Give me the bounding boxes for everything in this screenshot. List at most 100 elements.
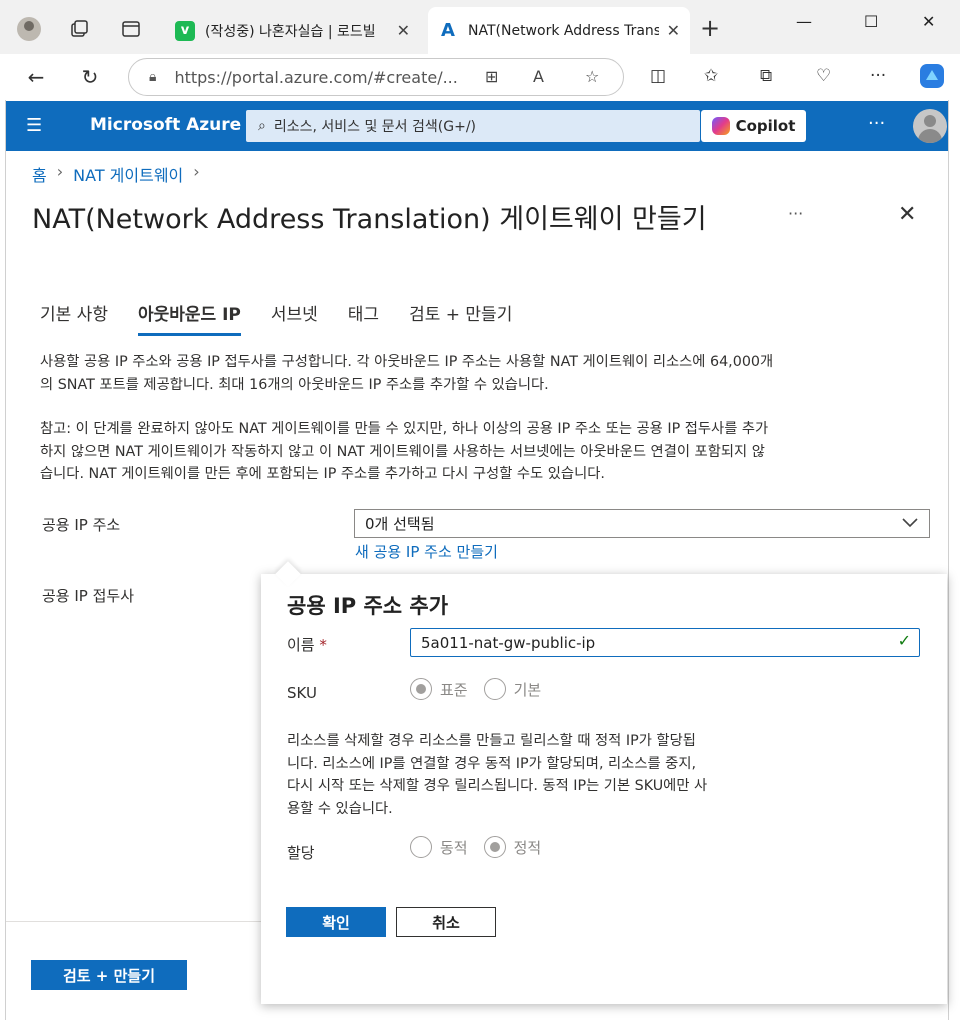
tab-tags[interactable]: 태그 — [348, 300, 379, 336]
public-prefix-label: 공용 IP 접두사 — [42, 587, 135, 605]
create-public-ip-link[interactable]: 새 공용 IP 주소 만들기 — [355, 541, 498, 562]
back-icon[interactable]: ← — [20, 62, 52, 92]
copilot-button[interactable]: Copilot — [701, 110, 806, 142]
close-tab-icon[interactable]: ✕ — [667, 21, 680, 40]
name-field-value: 5a011-nat-gw-public-ip — [421, 633, 596, 652]
public-ip-select-value: 0개 선택됨 — [365, 515, 435, 533]
minimize-icon[interactable]: — — [796, 12, 812, 31]
browser-tab-bar: v (작성중) 나혼자실습 | 로드빌 ✕ A NAT(Network Addr… — [0, 0, 960, 54]
sku-option-basic[interactable]: 기본 — [483, 678, 542, 700]
assignment-radio-group: 동적 정적 — [410, 836, 557, 858]
browser-tab[interactable]: v (작성중) 나혼자실습 | 로드빌 ✕ — [165, 7, 420, 54]
cancel-button[interactable]: 취소 — [396, 907, 496, 937]
description-line: 리소스를 삭제할 경우 리소스를 만들고 릴리스할 때 정적 IP가 할당됩 — [287, 733, 696, 749]
radio-selected-icon — [410, 678, 432, 700]
description-line: 용할 수 있습니다. — [287, 800, 393, 817]
search-placeholder: 리소스, 서비스 및 문서 검색(G+/) — [273, 119, 476, 135]
checkmark-icon: ✓ — [897, 631, 911, 650]
chevron-right-icon: › — [56, 162, 64, 181]
copilot-label: Copilot — [735, 117, 796, 135]
page-title: NAT(Network Address Translation) 게이트웨이 만… — [32, 204, 707, 235]
dialog-title: 공용 IP 주소 추가 — [287, 594, 449, 618]
wizard-tabs: 기본 사항 아웃바운드 IP 서브넷 태그 검토 + 만들기 — [40, 300, 542, 336]
assignment-option-label: 정적 — [513, 838, 542, 857]
radio-selected-icon — [483, 836, 506, 858]
tab-subnet[interactable]: 서브넷 — [271, 300, 318, 336]
note-line: 참고: 이 단계를 완료하지 않아도 NAT 게이트웨이를 만들 수 있지만, … — [40, 421, 769, 437]
url-field[interactable]: 🔒︎ https://portal.azure.com/#create/... … — [128, 58, 624, 96]
sku-label: SKU — [287, 684, 317, 702]
sku-option-standard[interactable]: 표준 — [410, 678, 468, 700]
radio-unselected-icon — [410, 836, 432, 858]
intro-text: 사용할 공용 IP 주소와 공용 IP 접두사를 구성합니다. 각 아웃바운드 … — [40, 351, 932, 396]
global-search-input[interactable]: ⌕ 리소스, 서비스 및 문서 검색(G+/) — [246, 110, 700, 142]
tab-title: (작성중) 나혼자실습 | 로드빌 — [205, 23, 376, 40]
dialog-description: 리소스를 삭제할 경우 리소스를 만들고 릴리스할 때 정적 IP가 할당됩 니… — [287, 730, 807, 820]
radio-unselected-icon — [483, 678, 506, 700]
tab-basics[interactable]: 기본 사항 — [40, 300, 108, 336]
favorite-star-icon[interactable]: ☆ — [585, 67, 599, 86]
required-marker: * — [319, 636, 327, 654]
more-options-icon[interactable]: ··· — [868, 113, 885, 134]
assignment-option-dynamic[interactable]: 동적 — [410, 836, 468, 858]
name-label-text: 이름 — [287, 636, 315, 654]
read-aloud-icon[interactable]: A — [533, 67, 544, 86]
tab-outbound-ip[interactable]: 아웃바운드 IP — [137, 300, 241, 336]
address-bar-row: ← ↻ 🔒︎ https://portal.azure.com/#create/… — [0, 54, 960, 100]
sku-option-label: 표준 — [440, 680, 468, 699]
copilot-icon — [711, 117, 730, 135]
breadcrumb: 홈 › NAT 게이트웨이 › — [32, 162, 200, 186]
description-line: 다시 시작 또는 삭제할 경우 릴리스됩니다. 동적 IP는 기본 SKU에만 … — [287, 778, 708, 794]
workspaces-icon[interactable] — [64, 14, 94, 44]
intro-line: 사용할 공용 IP 주소와 공용 IP 접두사를 구성합니다. 각 아웃바운드 … — [40, 354, 774, 370]
refresh-icon[interactable]: ↻ — [74, 62, 106, 92]
add-public-ip-dialog: 공용 IP 주소 추가 이름 * 5a011-nat-gw-public-ip … — [261, 561, 947, 1004]
maximize-icon[interactable]: ☐ — [864, 12, 878, 31]
name-label: 이름 * — [287, 634, 327, 655]
breadcrumb-nat-gateway[interactable]: NAT 게이트웨이 — [73, 162, 183, 186]
sku-radio-group: 표준 기본 — [410, 678, 557, 700]
favorites-icon[interactable]: ✩ — [704, 66, 718, 86]
azure-brand[interactable]: Microsoft Azure — [90, 115, 241, 135]
app-grid-icon[interactable]: ⊞ — [485, 67, 498, 86]
browser-essentials-icon[interactable]: ♡ — [816, 66, 831, 86]
menu-hamburger-icon[interactable]: ☰ — [26, 115, 42, 136]
collections-icon[interactable]: ⧉ — [760, 66, 772, 86]
tab-favicon-icon: v — [175, 20, 195, 41]
description-line: 니다. 리소스에 IP를 연결할 경우 동적 IP가 할당되며, 리소스를 중지… — [287, 755, 697, 772]
window-border-left — [5, 100, 6, 1020]
azure-favicon-icon: A — [441, 20, 455, 41]
close-window-icon[interactable]: ✕ — [922, 12, 935, 31]
assignment-option-label: 동적 — [440, 838, 468, 857]
note-text: 참고: 이 단계를 완료하지 않아도 NAT 게이트웨이를 만들 수 있지만, … — [40, 418, 932, 486]
browser-tab-active[interactable]: A NAT(Network Address Trans ✕ — [428, 7, 690, 54]
name-field[interactable]: 5a011-nat-gw-public-ip ✓ — [410, 628, 920, 657]
tab-title: NAT(Network Address Trans — [468, 22, 659, 39]
split-screen-icon[interactable]: ◫ — [650, 66, 666, 86]
close-tab-icon[interactable]: ✕ — [397, 21, 410, 40]
callout-notch — [275, 561, 301, 587]
avatar[interactable] — [913, 109, 947, 143]
title-more-icon[interactable]: ··· — [788, 204, 803, 223]
window-border-right — [948, 100, 949, 1020]
note-line: 습니다. NAT 게이트웨이를 만든 후에 포함되는 IP 주소를 추가하고 다… — [40, 466, 605, 482]
public-ip-select[interactable]: 0개 선택됨 — [354, 509, 930, 538]
sku-option-label: 기본 — [513, 680, 542, 699]
profile-icon[interactable] — [14, 14, 44, 44]
copilot-sidebar-icon[interactable] — [918, 62, 946, 95]
azure-top-bar: ☰ Microsoft Azure ⌕ 리소스, 서비스 및 문서 검색(G+/… — [6, 101, 948, 151]
close-icon[interactable]: ✕ — [898, 202, 916, 227]
chevron-right-icon: › — [193, 162, 200, 181]
new-tab-icon[interactable]: + — [700, 14, 720, 42]
avatar-body — [918, 129, 942, 143]
ok-button[interactable]: 확인 — [286, 907, 386, 937]
lock-icon: 🔒︎ — [149, 69, 157, 85]
more-menu-icon[interactable]: ··· — [870, 66, 886, 86]
breadcrumb-home[interactable]: 홈 — [32, 162, 47, 186]
assignment-option-static[interactable]: 정적 — [483, 836, 542, 858]
tab-review-create[interactable]: 검토 + 만들기 — [409, 300, 512, 336]
review-create-button[interactable]: 검토 + 만들기 — [31, 960, 187, 990]
public-ip-label: 공용 IP 주소 — [42, 516, 121, 534]
tab-actions-icon[interactable] — [116, 14, 146, 44]
note-line: 하지 않으면 NAT 게이트웨이가 작동하지 않고 이 NAT 게이트웨이를 사… — [40, 443, 765, 460]
